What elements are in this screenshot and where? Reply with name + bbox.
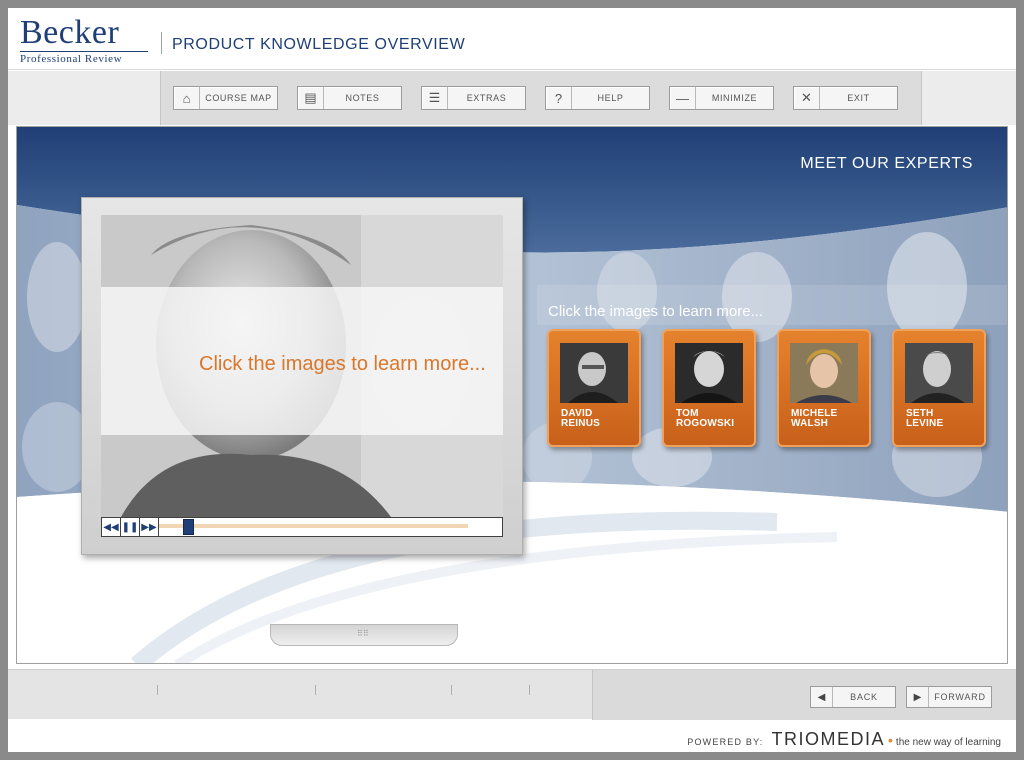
exit-button[interactable]: ✕ EXIT	[793, 86, 898, 110]
exit-label: EXIT	[847, 93, 870, 103]
expert-card-michele-walsh[interactable]: MICHELE WALSH	[777, 329, 871, 447]
stand-grip-icon: ⠿⠿	[357, 629, 369, 638]
progress-track[interactable]	[159, 518, 502, 536]
expert-card-david-reinus[interactable]: DAVID REINUS	[547, 329, 641, 447]
video-overlay-text: Click the images to learn more...	[199, 353, 486, 375]
back-label: BACK	[850, 692, 878, 702]
triomedia-logo: TRIOMEDIA	[771, 729, 886, 749]
expert-card-tom-rogowski[interactable]: TOM ROGOWSKI	[662, 329, 756, 447]
section-title: MEET OUR EXPERTS	[800, 155, 973, 172]
course-map-button[interactable]: ⌂ COURSE MAP	[173, 86, 278, 110]
header-divider	[161, 32, 162, 54]
footer-tick	[451, 685, 452, 695]
forward-label: FORWARD	[934, 692, 986, 702]
home-icon: ⌂	[174, 87, 200, 109]
expert-name: SETH LEVINE	[906, 408, 944, 429]
extras-label: EXTRAS	[466, 93, 507, 103]
expert-photo	[560, 343, 628, 403]
pause-button[interactable]: ❚❚	[121, 518, 140, 536]
rewind-button[interactable]: ◀◀	[102, 518, 121, 536]
rewind-icon: ◀◀	[103, 521, 119, 533]
video-player: Click the images to learn more... ◀◀ ❚❚ …	[81, 197, 523, 646]
app-window: Becker Professional Review PRODUCT KNOWL…	[8, 8, 1016, 752]
notes-icon: ▤	[298, 87, 324, 109]
footer-nav: ◀ BACK ▶ FORWARD	[8, 669, 1016, 720]
forward-arrow-icon: ▶	[907, 687, 929, 707]
fast-forward-icon: ▶▶	[141, 521, 157, 533]
help-label: HELP	[597, 93, 624, 103]
back-button[interactable]: ◀ BACK	[810, 686, 896, 708]
powered-by-label: POWERED BY:	[687, 737, 764, 747]
footer-tick	[315, 685, 316, 695]
expert-name: DAVID REINUS	[561, 408, 600, 429]
fast-forward-button[interactable]: ▶▶	[140, 518, 159, 536]
header: Becker Professional Review PRODUCT KNOWL…	[8, 8, 1016, 70]
expert-photo	[675, 343, 743, 403]
powered-by: POWERED BY: TRIOMEDIA • the new way of l…	[687, 729, 1001, 750]
expert-photo	[905, 343, 973, 403]
back-arrow-icon: ◀	[811, 687, 833, 707]
help-icon: ?	[546, 87, 572, 109]
notes-label: NOTES	[345, 93, 380, 103]
progress-thumb[interactable]	[183, 519, 194, 535]
logo-sub: Professional Review	[20, 51, 148, 65]
expert-name: MICHELE WALSH	[791, 408, 838, 429]
minimize-button[interactable]: — MINIMIZE	[669, 86, 774, 110]
extras-icon: ☰	[422, 87, 448, 109]
toolbar-band: ⌂ COURSE MAP ▤ NOTES ☰ EXTRAS ? HELP — M…	[160, 71, 922, 125]
extras-button[interactable]: ☰ EXTRAS	[421, 86, 526, 110]
footer-tick	[157, 685, 158, 695]
content-stage: MEET OUR EXPERTS Click the images to lea…	[16, 126, 1008, 664]
video-screen[interactable]: Click the images to learn more...	[101, 215, 503, 517]
brand-tagline: the new way of learning	[895, 737, 1001, 748]
progress-line	[159, 524, 468, 528]
powered-by-bar: POWERED BY: TRIOMEDIA • the new way of l…	[8, 720, 1016, 752]
expert-photo	[790, 343, 858, 403]
course-map-label: COURSE MAP	[205, 93, 272, 103]
page-title: PRODUCT KNOWLEDGE OVERVIEW	[172, 36, 466, 53]
expert-name: TOM ROGOWSKI	[676, 408, 735, 429]
brand-dot-icon: •	[888, 732, 893, 748]
toolbar: ⌂ COURSE MAP ▤ NOTES ☰ EXTRAS ? HELP — M…	[8, 71, 1016, 125]
expert-card-seth-levine[interactable]: SETH LEVINE	[892, 329, 986, 447]
footer-tick	[529, 685, 530, 695]
minimize-label: MINIMIZE	[711, 93, 758, 103]
logo-main: Becker	[20, 14, 120, 51]
becker-logo: Becker Professional Review	[20, 16, 150, 66]
video-controls: ◀◀ ❚❚ ▶▶	[101, 517, 503, 537]
experts-prompt: Click the images to learn more...	[548, 303, 764, 320]
pause-icon: ❚❚	[121, 521, 139, 533]
minimize-icon: —	[670, 87, 696, 109]
help-button[interactable]: ? HELP	[545, 86, 650, 110]
footer-nav-buttons: ◀ BACK ▶ FORWARD	[592, 670, 1016, 720]
notes-button[interactable]: ▤ NOTES	[297, 86, 402, 110]
player-stand: ⠿⠿	[270, 624, 458, 646]
close-icon: ✕	[794, 87, 820, 109]
forward-button[interactable]: ▶ FORWARD	[906, 686, 992, 708]
